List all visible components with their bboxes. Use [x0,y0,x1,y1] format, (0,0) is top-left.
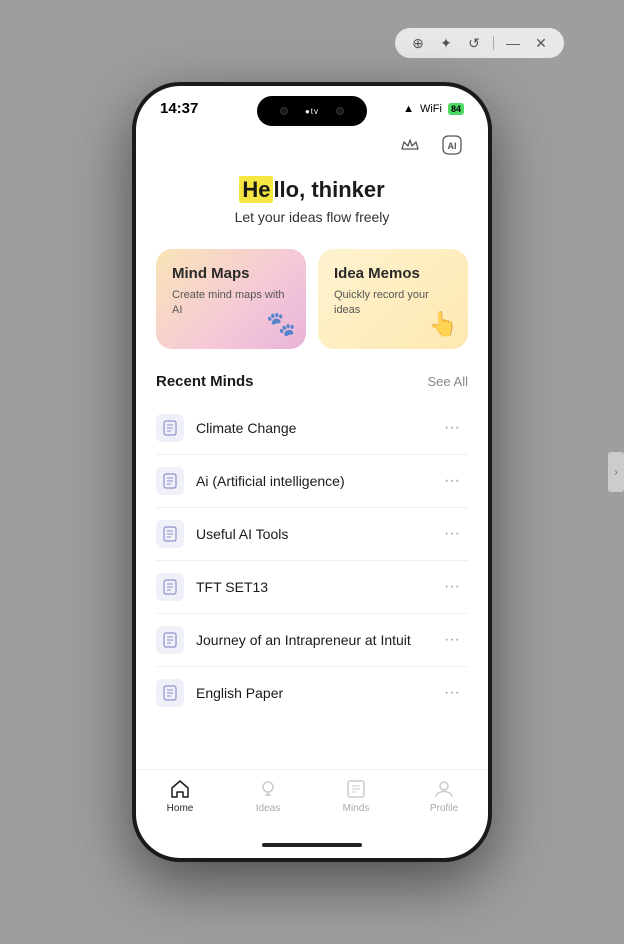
list-item-more[interactable]: ··· [436,521,468,547]
idea-memos-card-icon: 👆 [428,310,458,339]
list-item[interactable]: English Paper ··· [156,667,468,719]
see-all-button[interactable]: See All [428,374,468,389]
mind-maps-card-title: Mind Maps [172,265,290,282]
greeting-highlight: He [239,176,273,203]
list-item-icon [156,520,184,548]
nav-item-minds[interactable]: Minds [312,778,400,814]
list-item-label: Useful AI Tools [196,526,436,542]
list-item-label: Climate Change [196,420,436,436]
phone-frame: ●tv 14:37 ▲ WiFi 84 [132,82,492,862]
list-item-more[interactable]: ··· [436,574,468,600]
list-item-label: TFT SET13 [196,579,436,595]
list-item-label: English Paper [196,685,436,701]
list-item-more[interactable]: ··· [436,415,468,441]
list-item-more[interactable]: ··· [436,468,468,494]
list-item-icon [156,573,184,601]
list-item[interactable]: Climate Change ··· [156,402,468,455]
list-item-label: Journey of an Intrapreneur at Intuit [196,632,436,648]
cards-row: Mind Maps Create mind maps with AI 🐾 Ide… [156,249,468,349]
nav-label-home: Home [167,803,194,814]
list-item-more[interactable]: ··· [436,627,468,653]
nav-item-profile[interactable]: Profile [400,778,488,814]
list-item-icon [156,626,184,654]
home-bar [262,843,362,847]
status-time: 14:37 [160,100,198,117]
idea-memos-card[interactable]: Idea Memos Quickly record your ideas 👆 [318,249,468,349]
idea-memos-card-title: Idea Memos [334,265,452,282]
list-item[interactable]: Ai (Artificial intelligence) ··· [156,455,468,508]
signal-icon: WiFi [420,103,442,115]
nav-item-home[interactable]: Home [136,778,224,814]
crown-button[interactable] [394,129,426,161]
list-item-icon [156,467,184,495]
greeting-section: Hello, thinker Let your ideas flow freel… [156,161,468,249]
bottom-nav: Home Ideas [136,769,488,838]
greeting-title: Hello, thinker [156,177,468,203]
status-right: ▲ WiFi 84 [403,103,464,115]
list-item-label: Ai (Artificial intelligence) [196,473,436,489]
nav-label-ideas: Ideas [256,803,280,814]
mind-maps-card-icon: 🐾 [266,310,296,339]
phone-screen: ●tv 14:37 ▲ WiFi 84 [136,86,488,858]
wifi-icon: ▲ [403,103,414,115]
toolbar-close-icon[interactable]: ✕ [532,34,550,52]
toolbar-divider [493,36,494,50]
top-toolbar: ⊕ ✦ ↺ — ✕ [395,28,564,58]
list-item-icon [156,414,184,442]
toolbar-minimize-icon[interactable]: — [504,34,522,52]
list-item[interactable]: TFT SET13 ··· [156,561,468,614]
greeting-title-rest: llo, thinker [273,177,384,202]
mind-maps-card[interactable]: Mind Maps Create mind maps with AI 🐾 [156,249,306,349]
toolbar-star-icon[interactable]: ✦ [437,34,455,52]
recent-minds-header: Recent Minds See All [156,373,468,390]
dynamic-island: ●tv [257,96,367,126]
home-indicator [136,838,488,858]
list-item[interactable]: Journey of an Intrapreneur at Intuit ··· [156,614,468,667]
nav-label-profile: Profile [430,803,458,814]
app-header: AI [136,125,488,161]
ai-button[interactable]: AI [436,129,468,161]
recent-minds-list: Climate Change ··· Ai (Artifi [156,402,468,719]
list-item-more[interactable]: ··· [436,680,468,706]
island-dot-left [280,107,288,115]
island-dot-right [336,107,344,115]
svg-text:AI: AI [448,141,457,151]
side-arrow-right[interactable]: › [608,452,624,492]
nav-label-minds: Minds [343,803,370,814]
main-content: Hello, thinker Let your ideas flow freel… [136,161,488,769]
battery-badge: 84 [448,103,464,115]
list-item[interactable]: Useful AI Tools ··· [156,508,468,561]
island-logo: ●tv [305,107,319,116]
toolbar-refresh-icon[interactable]: ↺ [465,34,483,52]
toolbar-pause-icon[interactable]: ⊕ [409,34,427,52]
greeting-subtitle: Let your ideas flow freely [156,209,468,225]
list-item-icon [156,679,184,707]
desktop-background: ⊕ ✦ ↺ — ✕ › ●tv 14:37 ▲ WiFi 84 [0,0,624,944]
nav-item-ideas[interactable]: Ideas [224,778,312,814]
recent-minds-title: Recent Minds [156,373,254,390]
